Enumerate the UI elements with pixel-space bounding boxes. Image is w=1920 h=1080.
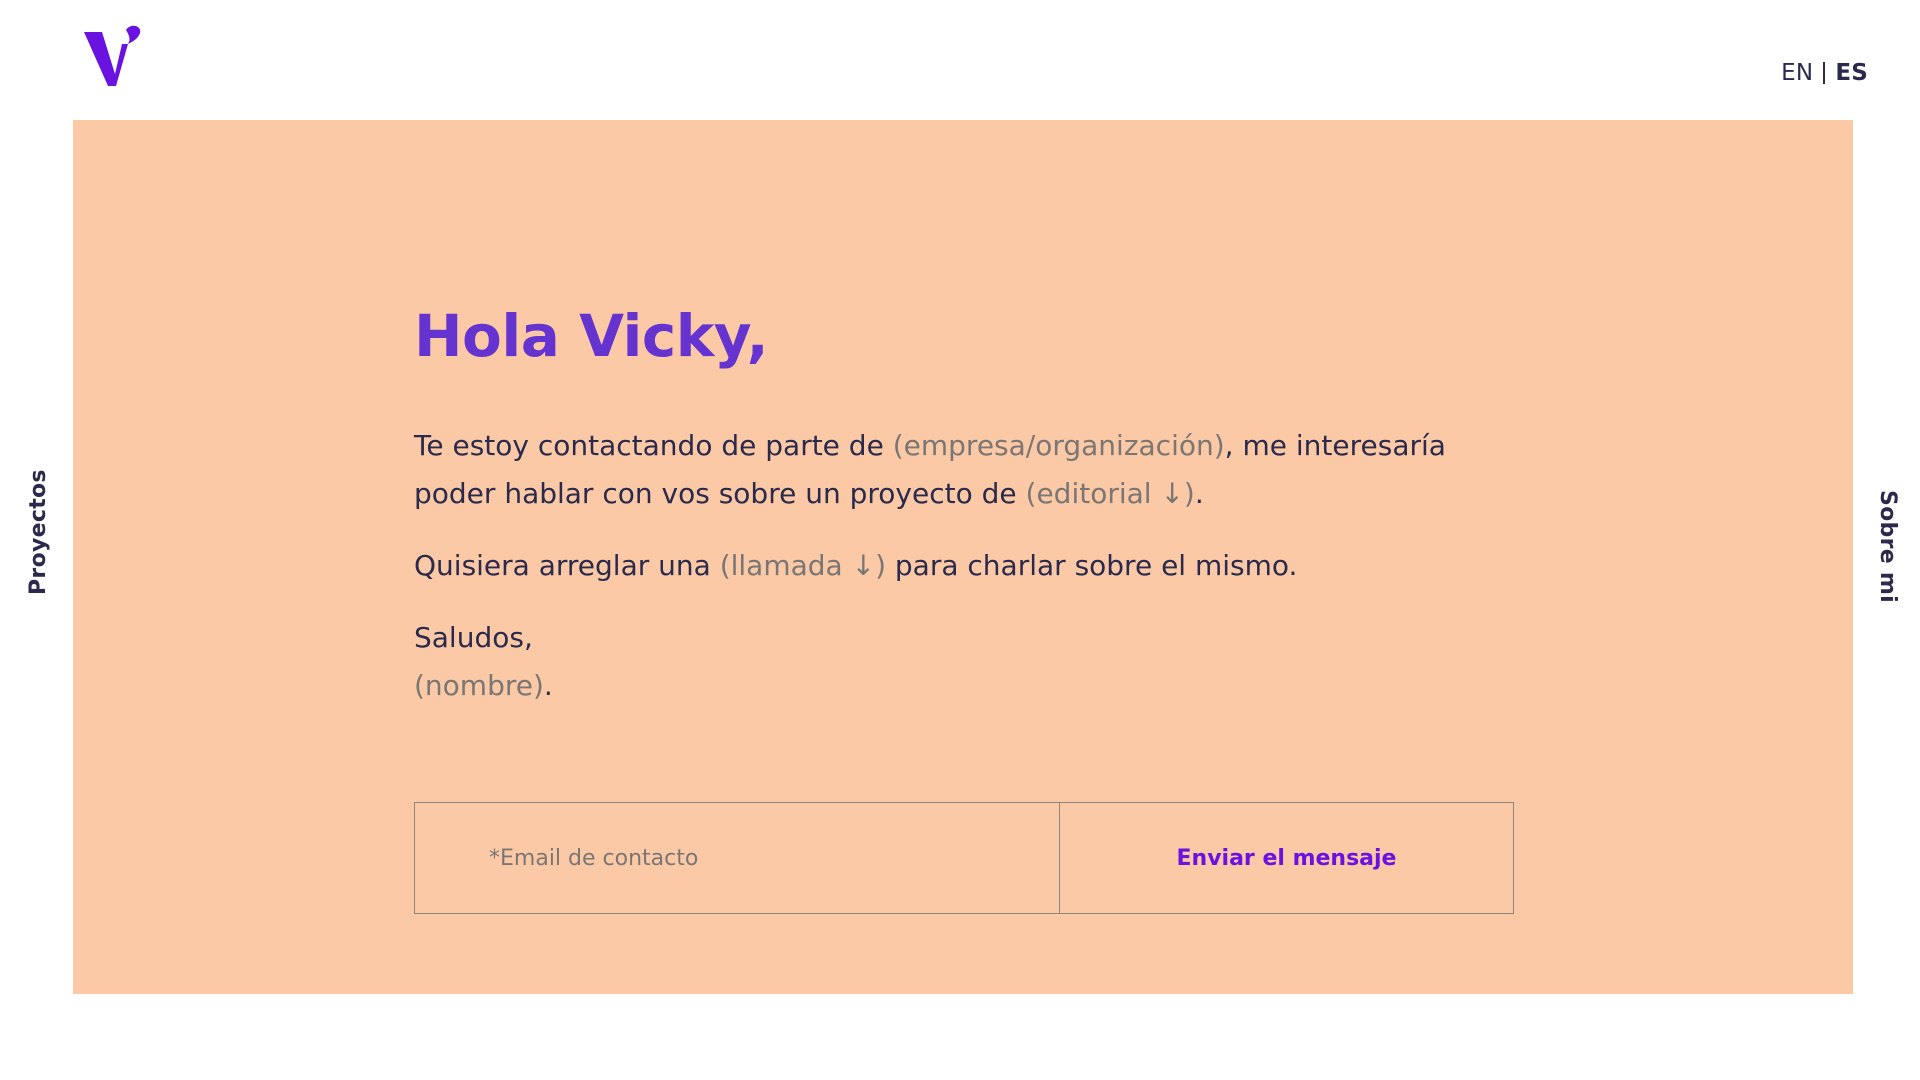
message-text: Te estoy contactando de parte de (414, 429, 893, 462)
meeting-type-dropdown[interactable]: (llamada ↓) (720, 549, 886, 582)
send-message-button[interactable]: Enviar el mensaje (1060, 803, 1513, 913)
lang-divider (1823, 62, 1826, 84)
email-input[interactable] (415, 803, 1060, 913)
contact-form: Enviar el mensaje (414, 802, 1514, 914)
name-placeholder[interactable]: (nombre) (414, 669, 544, 702)
message-body: Hola Vicky, Te estoy contactando de part… (414, 300, 1514, 710)
project-type-dropdown[interactable]: (editorial ↓) (1026, 477, 1195, 510)
nav-about-link[interactable]: Sobre mi (1875, 490, 1900, 603)
v-logo-icon[interactable] (82, 24, 144, 88)
message-text: . (543, 669, 553, 702)
message-text: . (1194, 477, 1204, 510)
message-closing: Saludos, (nombre). (414, 614, 1514, 710)
lang-es-link[interactable]: ES (1835, 60, 1868, 86)
nav-projects-link[interactable]: Proyectos (26, 469, 51, 595)
message-paragraph-2: Quisiera arreglar una (llamada ↓) para c… (414, 542, 1514, 590)
message-text: Quisiera arreglar una (414, 549, 720, 582)
company-placeholder[interactable]: (empresa/organización) (893, 429, 1225, 462)
lang-en-link[interactable]: EN (1781, 60, 1813, 86)
language-switcher: EN ES (1781, 60, 1868, 86)
message-text: para charlar sobre el mismo. (886, 549, 1298, 582)
greeting-heading: Hola Vicky, (414, 302, 769, 370)
message-paragraph-1: Te estoy contactando de parte de (empres… (414, 422, 1514, 518)
closing-text: Saludos, (414, 621, 533, 654)
